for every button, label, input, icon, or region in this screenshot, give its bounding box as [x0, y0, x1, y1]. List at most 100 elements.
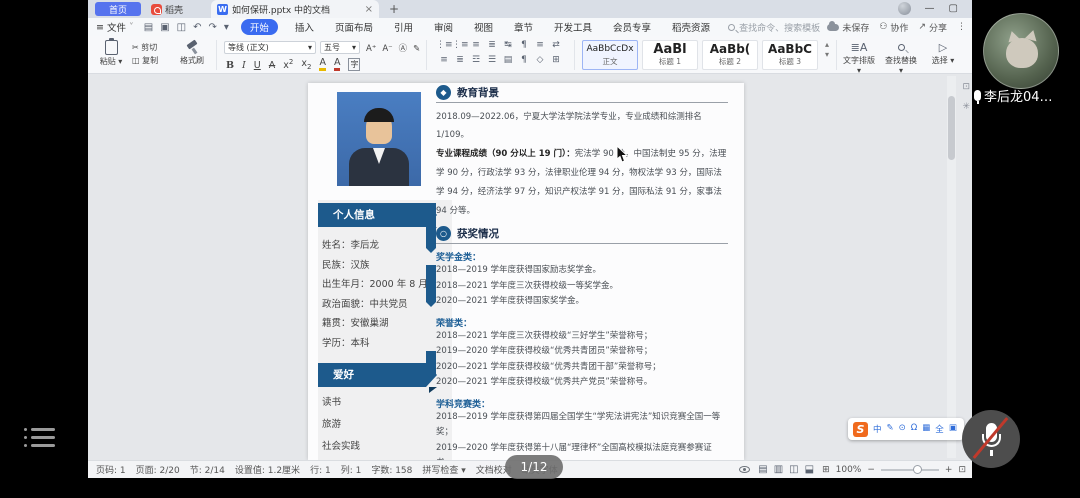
- status-item[interactable]: 列: 1: [341, 463, 362, 476]
- paragraph-icon[interactable]: ¶: [516, 55, 532, 70]
- paste-button[interactable]: 粘贴 ▾: [96, 40, 126, 67]
- zoom-slider[interactable]: [881, 469, 939, 471]
- status-item[interactable]: 页面: 2/20: [136, 463, 180, 476]
- zoom-value[interactable]: 100%: [836, 465, 862, 475]
- command-search[interactable]: 查找命令、搜索模板: [728, 21, 820, 34]
- format-painter-button[interactable]: 格式刷: [176, 39, 208, 66]
- ribbon-tab[interactable]: 引用: [390, 19, 417, 35]
- resume-page[interactable]: 个人信息 姓名：李后龙民族：汉族出生年月：2000 年 8 月政治面貌：中共党员…: [308, 83, 744, 460]
- style-normal[interactable]: AaBbCcDx 正文: [582, 40, 638, 70]
- tab-docer[interactable]: 稻壳: [151, 3, 183, 16]
- ime-tool-icon[interactable]: 中: [873, 423, 882, 435]
- tab-document[interactable]: W 如何保研.pptx 中的文档 ×: [211, 0, 379, 18]
- style-heading2[interactable]: AaBb( 标题 2: [702, 40, 758, 70]
- ime-tool-icon[interactable]: 全: [935, 423, 944, 435]
- collaborate-button[interactable]: ⚇协作: [879, 21, 908, 34]
- quick-access-icon[interactable]: ◫: [177, 22, 186, 33]
- italic-button[interactable]: I: [242, 60, 246, 71]
- ribbon-tab[interactable]: 会员专享: [609, 19, 655, 35]
- ribbon-tab[interactable]: 页面布局: [331, 19, 377, 35]
- side-tool-icon[interactable]: ⊡: [962, 82, 970, 92]
- status-item[interactable]: 节: 2/14: [190, 463, 225, 476]
- paragraph-icon[interactable]: ≣: [452, 55, 468, 70]
- eye-protection-icon[interactable]: [739, 466, 750, 473]
- quick-access-icon[interactable]: ↶: [193, 22, 201, 33]
- bold-button[interactable]: B: [226, 60, 234, 71]
- style-heading3[interactable]: AaBbC 标题 3: [762, 40, 818, 70]
- zoom-out-button[interactable]: −: [867, 465, 875, 475]
- subscript-button[interactable]: x2: [301, 58, 311, 71]
- paragraph-icon[interactable]: ⊞: [548, 55, 564, 70]
- strikethrough-button[interactable]: A: [269, 60, 276, 71]
- view-mode-icon[interactable]: ⬓: [805, 464, 814, 475]
- ribbon-tab[interactable]: 审阅: [430, 19, 457, 35]
- restore-button[interactable]: ▢: [949, 3, 958, 14]
- paragraph-icon[interactable]: ≡: [468, 40, 484, 55]
- superscript-button[interactable]: x2: [283, 58, 293, 71]
- close-tab-icon[interactable]: ×: [365, 4, 373, 15]
- cut-button[interactable]: ✂ 剪切: [132, 41, 158, 54]
- vertical-scrollbar[interactable]: [947, 76, 956, 458]
- quick-access-icon[interactable]: ▾: [224, 22, 229, 33]
- status-item[interactable]: 页码: 1: [96, 463, 126, 476]
- font-effect-icon[interactable]: A⁺: [366, 44, 376, 54]
- copy-button[interactable]: ◫ 复制: [132, 54, 158, 67]
- save-status[interactable]: 未保存: [827, 21, 869, 34]
- style-heading1[interactable]: AaBl 标题 1: [642, 40, 698, 70]
- paragraph-icon[interactable]: ⋮≡: [436, 40, 452, 55]
- new-tab-button[interactable]: +: [389, 2, 399, 16]
- tab-home[interactable]: 首页: [95, 2, 141, 16]
- more-menu-icon[interactable]: ⋮: [957, 22, 966, 32]
- ime-tool-icon[interactable]: ⊙: [899, 423, 906, 435]
- scrollbar-thumb[interactable]: [948, 96, 955, 160]
- ime-tool-icon[interactable]: ▣: [949, 423, 957, 435]
- zoom-in-button[interactable]: +: [945, 465, 953, 475]
- font-color-button[interactable]: A: [334, 57, 341, 71]
- mute-microphone-button[interactable]: [962, 410, 1020, 468]
- ime-tool-icon[interactable]: ▦: [922, 423, 930, 435]
- paragraph-icon[interactable]: ⇄: [548, 40, 564, 55]
- view-mode-icon[interactable]: ◫: [789, 464, 798, 475]
- minimize-button[interactable]: —: [925, 3, 935, 14]
- paragraph-icon[interactable]: ≡: [532, 40, 548, 55]
- annotation-list-icon[interactable]: [24, 428, 55, 452]
- font-effect-icon[interactable]: Ⓐ: [399, 42, 408, 54]
- fit-page-icon[interactable]: ⊞: [822, 465, 830, 475]
- find-replace-button[interactable]: 查找替换 ▾: [884, 41, 918, 75]
- ribbon-tab[interactable]: 章节: [510, 19, 537, 35]
- participant-avatar[interactable]: [983, 13, 1059, 89]
- quick-access-icon[interactable]: ▣: [160, 22, 169, 33]
- paragraph-icon[interactable]: ¶: [516, 40, 532, 55]
- paragraph-icon[interactable]: ⋮≡: [452, 40, 468, 55]
- ime-tool-icon[interactable]: Ω: [911, 423, 918, 435]
- ribbon-tab[interactable]: 开发工具: [550, 19, 596, 35]
- fullscreen-icon[interactable]: ⊡: [958, 465, 966, 475]
- text-layout-button[interactable]: ≣A 文字排版 ▾: [842, 41, 876, 75]
- paragraph-icon[interactable]: ☰: [484, 55, 500, 70]
- paragraph-icon[interactable]: ▤: [500, 55, 516, 70]
- status-item[interactable]: 设置值: 1.2厘米: [235, 463, 300, 476]
- highlight-button[interactable]: A: [319, 57, 326, 71]
- view-mode-icon[interactable]: ▤: [758, 464, 767, 475]
- account-avatar[interactable]: [898, 2, 911, 15]
- view-mode-icon[interactable]: ▥: [774, 464, 783, 475]
- paragraph-icon[interactable]: ≣: [484, 40, 500, 55]
- ribbon-tab[interactable]: 视图: [470, 19, 497, 35]
- ribbon-tab[interactable]: 开始: [241, 19, 278, 35]
- paragraph-icon[interactable]: ≡: [436, 55, 452, 70]
- status-item[interactable]: 字数: 158: [371, 463, 412, 476]
- ime-tool-icon[interactable]: ✎: [887, 423, 894, 435]
- quick-access-icon[interactable]: ↷: [208, 22, 216, 33]
- paragraph-icon[interactable]: ↹: [500, 40, 516, 55]
- font-effect-icon[interactable]: A⁻: [382, 44, 392, 54]
- font-size-select[interactable]: 五号▾: [320, 41, 360, 54]
- status-item[interactable]: 拼写检查 ▾: [422, 463, 465, 476]
- char-border-button[interactable]: 字: [348, 58, 360, 71]
- side-tool-icon[interactable]: ✳: [962, 102, 970, 112]
- font-effect-icon[interactable]: ✎: [413, 44, 420, 54]
- zoom-slider-knob[interactable]: [913, 465, 922, 474]
- select-button[interactable]: ▷ 选择 ▾: [926, 41, 960, 66]
- status-item[interactable]: 行: 1: [310, 463, 331, 476]
- file-menu[interactable]: ≡ 文件 ˅: [96, 20, 134, 34]
- ribbon-tab[interactable]: 稻壳资源: [668, 19, 714, 35]
